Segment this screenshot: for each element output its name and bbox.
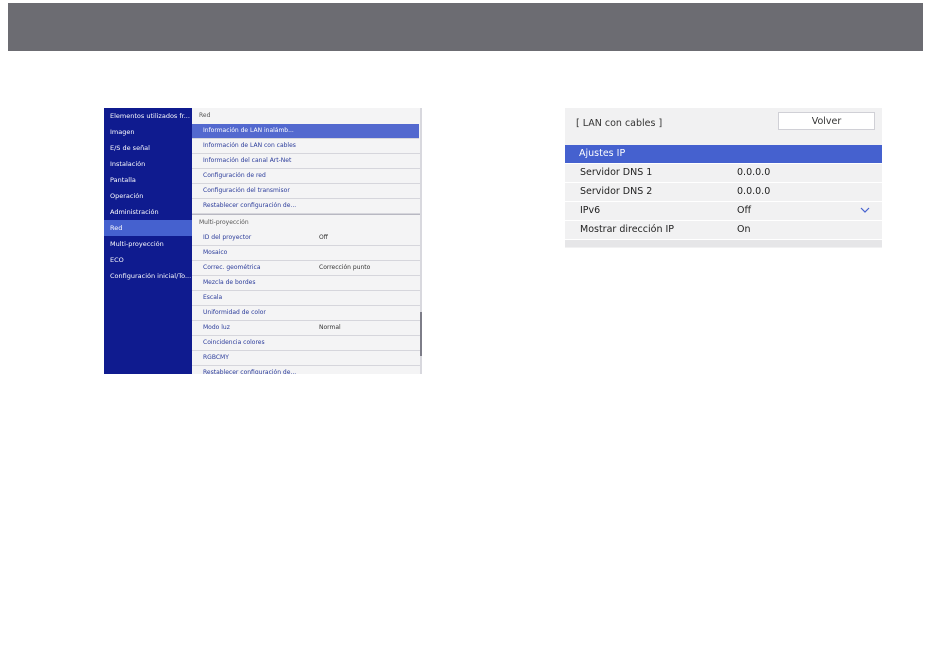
top-banner [8, 3, 923, 51]
options-pane: Red Información de LAN inalámb... Inform… [192, 108, 422, 374]
option-label: Modo luz [203, 324, 230, 331]
option-art-net-info[interactable]: Información del canal Art-Net [192, 154, 422, 169]
row-value: On [737, 224, 751, 235]
category-frequent[interactable]: Elementos utilizados fr... [104, 108, 192, 124]
option-scale[interactable]: Escala [192, 291, 422, 306]
option-value: Corrección punto [319, 264, 371, 271]
row-label: Servidor DNS 1 [580, 167, 653, 178]
row-ipv6[interactable]: IPv6 Off [565, 202, 882, 221]
option-projector-id[interactable]: ID del proyector Off [192, 231, 422, 246]
category-network[interactable]: Red [104, 220, 192, 236]
category-initial-setup[interactable]: Configuración inicial/To... [104, 268, 192, 284]
option-value: Off [319, 234, 328, 241]
row-dns-server-1[interactable]: Servidor DNS 1 0.0.0.0 [565, 164, 882, 183]
option-geometric-correction[interactable]: Correc. geométrica Corrección punto [192, 261, 422, 276]
option-value: Normal [319, 324, 341, 331]
row-value: Off [737, 205, 752, 216]
option-transmitter-config[interactable]: Configuración del transmisor [192, 184, 422, 199]
option-tiling[interactable]: Mosaico [192, 246, 422, 261]
option-wired-lan-info[interactable]: Información de LAN con cables [192, 139, 422, 154]
row-display-ip-address[interactable]: Mostrar dirección IP On [565, 221, 882, 240]
option-color-matching[interactable]: Coincidencia colores [192, 336, 422, 351]
category-image[interactable]: Imagen [104, 124, 192, 140]
option-wireless-lan-info[interactable]: Información de LAN inalámb... [192, 124, 419, 139]
panel-footer [565, 240, 882, 247]
category-list: Elementos utilizados fr... Imagen E/S de… [104, 108, 192, 374]
category-administration[interactable]: Administración [104, 204, 192, 220]
panel-header: [ LAN con cables ] Volver [565, 108, 882, 145]
option-edge-blending[interactable]: Mezcla de bordes [192, 276, 422, 291]
option-light-mode[interactable]: Modo luz Normal [192, 321, 422, 336]
option-network-config[interactable]: Configuración de red [192, 169, 422, 184]
category-display[interactable]: Pantalla [104, 172, 192, 188]
back-button[interactable]: Volver [778, 112, 875, 130]
panel-title: [ LAN con cables ] [576, 118, 663, 129]
option-label: ID del proyector [203, 234, 252, 241]
row-label: Mostrar dirección IP [580, 224, 675, 235]
row-dns-server-2[interactable]: Servidor DNS 2 0.0.0.0 [565, 183, 882, 202]
section-header-network: Red [192, 108, 422, 124]
row-label: Servidor DNS 2 [580, 186, 653, 197]
wired-lan-panel: [ LAN con cables ] Volver Ajustes IP Ser… [565, 108, 882, 248]
projector-menu-screenshot: Elementos utilizados fr... Imagen E/S de… [104, 108, 422, 374]
option-rgbcmy[interactable]: RGBCMY [192, 351, 422, 366]
category-operation[interactable]: Operación [104, 188, 192, 204]
chevron-down-icon[interactable] [860, 207, 870, 214]
option-label: Correc. geométrica [203, 264, 261, 271]
category-multi-projection[interactable]: Multi-proyección [104, 236, 192, 252]
row-ip-settings[interactable]: Ajustes IP [565, 145, 882, 164]
category-eco[interactable]: ECO [104, 252, 192, 268]
row-value: 0.0.0.0 [737, 167, 771, 178]
scrollbar-thumb[interactable] [420, 312, 422, 356]
category-installation[interactable]: Instalación [104, 156, 192, 172]
option-color-uniformity[interactable]: Uniformidad de color [192, 306, 422, 321]
row-label: IPv6 [580, 205, 601, 216]
row-value: 0.0.0.0 [737, 186, 771, 197]
option-reset-multi-projection[interactable]: Restablecer configuración de... [192, 366, 422, 374]
row-label: Ajustes IP [579, 148, 626, 159]
option-reset-network[interactable]: Restablecer configuración de... [192, 199, 422, 214]
category-signal-io[interactable]: E/S de señal [104, 140, 192, 156]
section-header-multi-projection: Multi-proyección [192, 214, 422, 231]
